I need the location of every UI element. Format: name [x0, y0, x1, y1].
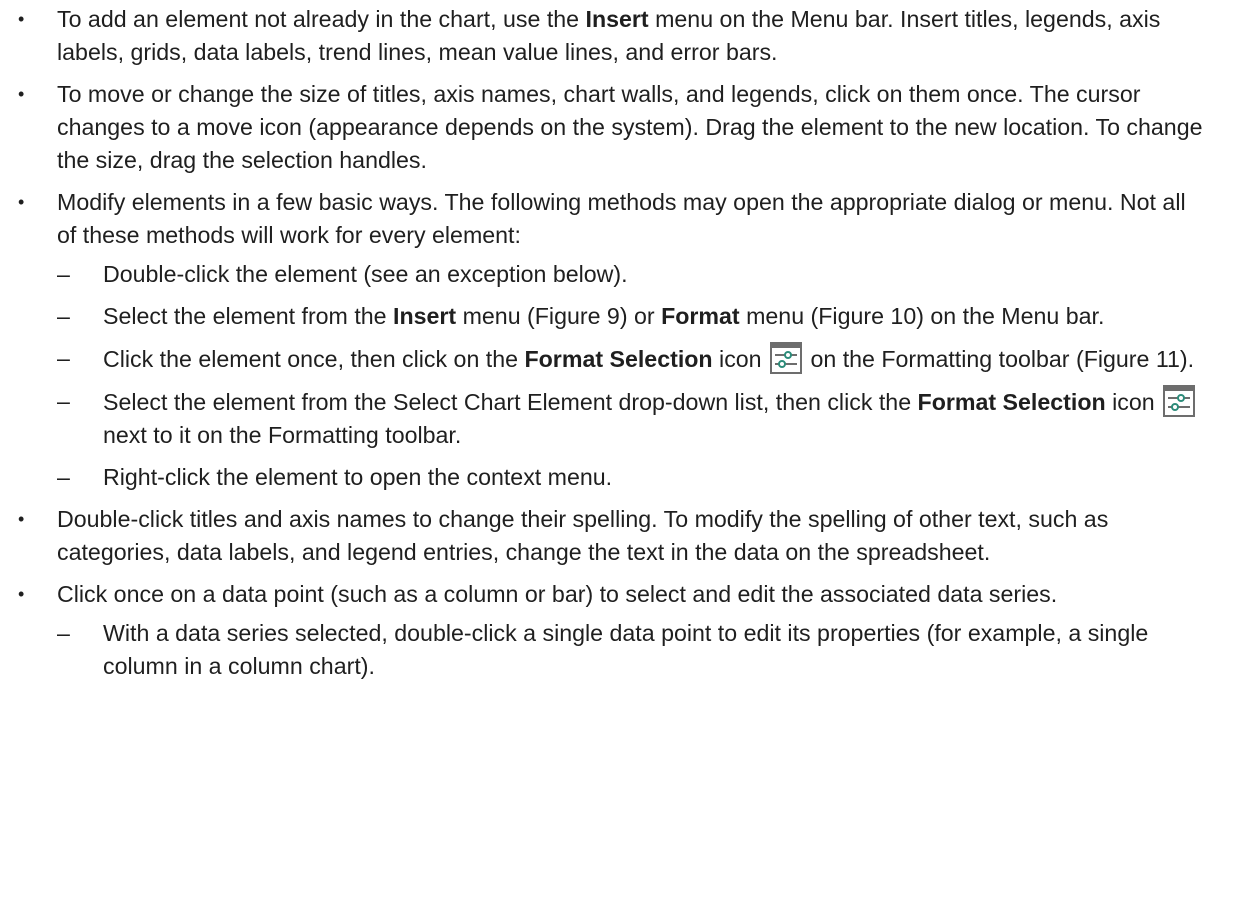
bullet-marker: • [18, 9, 25, 29]
paragraph-text: Right-click the element to open the cont… [103, 464, 613, 490]
paragraph-text: Click once on a data point (such as a co… [57, 581, 1058, 607]
sub-list-item: – With a data series selected, double-cl… [57, 617, 1206, 683]
paragraph-text: Select the element from the Select Chart… [103, 389, 918, 415]
dash-marker: – [57, 464, 70, 490]
paragraph-text: next to it on the Formatting toolbar. [103, 422, 462, 448]
bold-term-format-selection: Format Selection [524, 346, 713, 372]
list-item: • Modify elements in a few basic ways. T… [0, 186, 1206, 494]
dash-marker: – [57, 303, 70, 329]
paragraph-text: To move or change the size of titles, ax… [57, 81, 1203, 173]
paragraph-text: menu (Figure 9) or [456, 303, 662, 329]
paragraph-text: Click the element once, then click on th… [103, 346, 525, 372]
paragraph-text: icon [712, 346, 769, 372]
list-item: • To add an element not already in the c… [0, 3, 1206, 69]
sub-list-item: – Click the element once, then click on … [57, 342, 1206, 376]
bullet-marker: • [18, 509, 25, 529]
paragraph-text: To add an element not already in the cha… [57, 6, 586, 32]
bullet-marker: • [18, 584, 25, 604]
sub-list-item: – Select the element from the Insert men… [57, 300, 1206, 333]
paragraph-text: icon [1105, 389, 1162, 415]
format-selection-icon [770, 342, 803, 374]
format-selection-icon [1163, 385, 1196, 417]
document-page: • To add an element not already in the c… [0, 0, 1246, 901]
bold-term-insert: Insert [393, 303, 457, 329]
bold-term-format-selection: Format Selection [917, 389, 1106, 415]
sub-list-item: – Double-click the element (see an excep… [57, 258, 1206, 291]
paragraph-text: Double-click titles and axis names to ch… [57, 506, 1109, 565]
bullet-list: • To add an element not already in the c… [0, 3, 1206, 683]
list-item: • Double-click titles and axis names to … [0, 503, 1206, 569]
paragraph-text: Modify elements in a few basic ways. The… [57, 189, 1186, 248]
dash-marker: – [57, 388, 70, 414]
bullet-marker: • [18, 84, 25, 104]
paragraph-text: menu (Figure 10) on the Menu bar. [739, 303, 1105, 329]
sub-list: – Double-click the element (see an excep… [57, 258, 1206, 494]
sub-list-item: – Select the element from the Select Cha… [57, 385, 1206, 452]
dash-marker: – [57, 620, 70, 646]
dash-marker: – [57, 261, 70, 287]
sub-list: – With a data series selected, double-cl… [57, 617, 1206, 683]
paragraph-text: Select the element from the [103, 303, 393, 329]
paragraph-text: With a data series selected, double-clic… [103, 620, 1149, 679]
bold-term-insert: Insert [585, 6, 649, 32]
paragraph-text: on the Formatting toolbar (Figure 11). [804, 346, 1195, 372]
paragraph-text: Double-click the element (see an excepti… [103, 261, 628, 287]
list-item: • Click once on a data point (such as a … [0, 578, 1206, 683]
dash-marker: – [57, 345, 70, 371]
sub-list-item: – Right-click the element to open the co… [57, 461, 1206, 494]
list-item: • To move or change the size of titles, … [0, 78, 1206, 177]
bullet-marker: • [18, 192, 25, 212]
bold-term-format: Format [661, 303, 740, 329]
